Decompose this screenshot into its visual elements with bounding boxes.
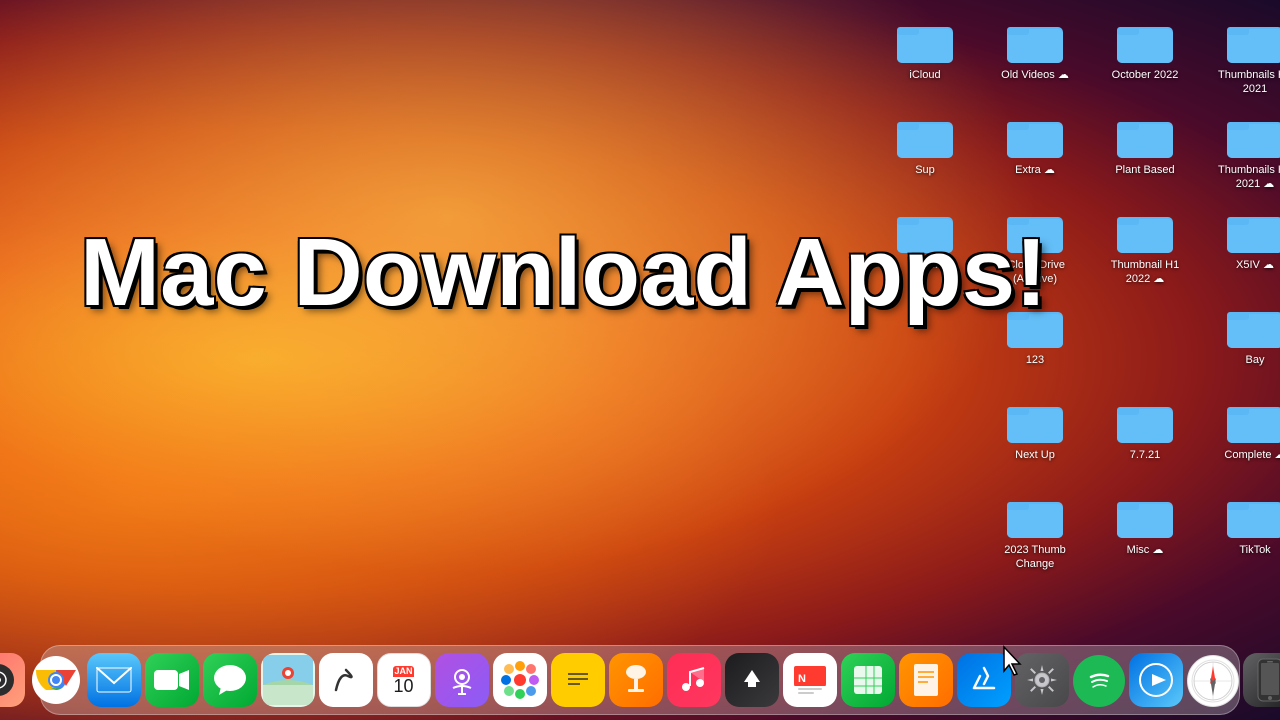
folder-x5iv[interactable]: X5IV ☁ bbox=[1205, 200, 1280, 290]
dock-mail[interactable] bbox=[87, 653, 141, 707]
dock-system-preferences[interactable] bbox=[1015, 653, 1069, 707]
dock-stickies[interactable] bbox=[551, 653, 605, 707]
dock-chrome[interactable] bbox=[29, 653, 83, 707]
folder-old-videos[interactable]: Old Videos ☁ bbox=[985, 10, 1085, 100]
dock-music[interactable] bbox=[667, 653, 721, 707]
dock-news[interactable]: N bbox=[783, 653, 837, 707]
folder-extra[interactable]: Extra ☁ bbox=[985, 105, 1085, 195]
dock-launchpad[interactable] bbox=[0, 653, 25, 707]
folder-7721[interactable]: 7.7.21 bbox=[1095, 390, 1195, 480]
dock-freeform[interactable] bbox=[319, 653, 373, 707]
folder-sup[interactable]: Sup bbox=[875, 105, 975, 195]
folder-october-2022[interactable]: October 2022 bbox=[1095, 10, 1195, 100]
desktop-folders: iCloud Old Videos ☁ October 2022 Thumbna… bbox=[860, 0, 1280, 660]
folder-icloud[interactable]: iCloud bbox=[875, 10, 975, 100]
dock-photos[interactable] bbox=[493, 653, 547, 707]
dock-pages[interactable] bbox=[899, 653, 953, 707]
dock-quicktime[interactable] bbox=[1129, 653, 1183, 707]
folder-misc[interactable]: Misc ☁ bbox=[1095, 485, 1195, 575]
desktop: Mac Download Apps! iCloud Old Videos ☁ O… bbox=[0, 0, 1280, 720]
dock-messages[interactable] bbox=[203, 653, 257, 707]
dock-iphone-mirroring[interactable] bbox=[1243, 653, 1280, 707]
dock-podcasts[interactable] bbox=[435, 653, 489, 707]
dock-appletv[interactable] bbox=[725, 653, 779, 707]
folder-thumbnails-h1-2021[interactable]: Thumbnails H1 2021 bbox=[1205, 10, 1280, 100]
dock-numbers[interactable] bbox=[841, 653, 895, 707]
folder-bay[interactable]: Bay bbox=[1205, 295, 1280, 385]
folder-2023-thumb-change[interactable]: 2023 Thumb Change bbox=[985, 485, 1085, 575]
dock: JAN 10 bbox=[40, 640, 1240, 720]
folder-next-up[interactable]: Next Up bbox=[985, 390, 1085, 480]
folder-thumbnail-h1-2022[interactable]: Thumbnail H1 2022 ☁ bbox=[1095, 200, 1195, 290]
video-title: Mac Download Apps! bbox=[80, 220, 1047, 326]
dock-appstore[interactable] bbox=[957, 653, 1011, 707]
folder-plant-based[interactable]: Plant Based bbox=[1095, 105, 1195, 195]
dock-safari[interactable] bbox=[1187, 655, 1239, 707]
dock-items-container: JAN 10 bbox=[0, 647, 1280, 713]
dock-spotify[interactable] bbox=[1073, 655, 1125, 707]
dock-calendar[interactable]: JAN 10 bbox=[377, 653, 431, 707]
dock-keynote[interactable] bbox=[609, 653, 663, 707]
dock-maps[interactable] bbox=[261, 653, 315, 707]
folder-thumbnails-h2-2021[interactable]: Thumbnails H2 2021 ☁ bbox=[1205, 105, 1280, 195]
folder-complete[interactable]: Complete ☁ bbox=[1205, 390, 1280, 480]
dock-facetime[interactable] bbox=[145, 653, 199, 707]
svg-text:N: N bbox=[798, 673, 806, 685]
folder-tiktok[interactable]: TikTok bbox=[1205, 485, 1280, 575]
